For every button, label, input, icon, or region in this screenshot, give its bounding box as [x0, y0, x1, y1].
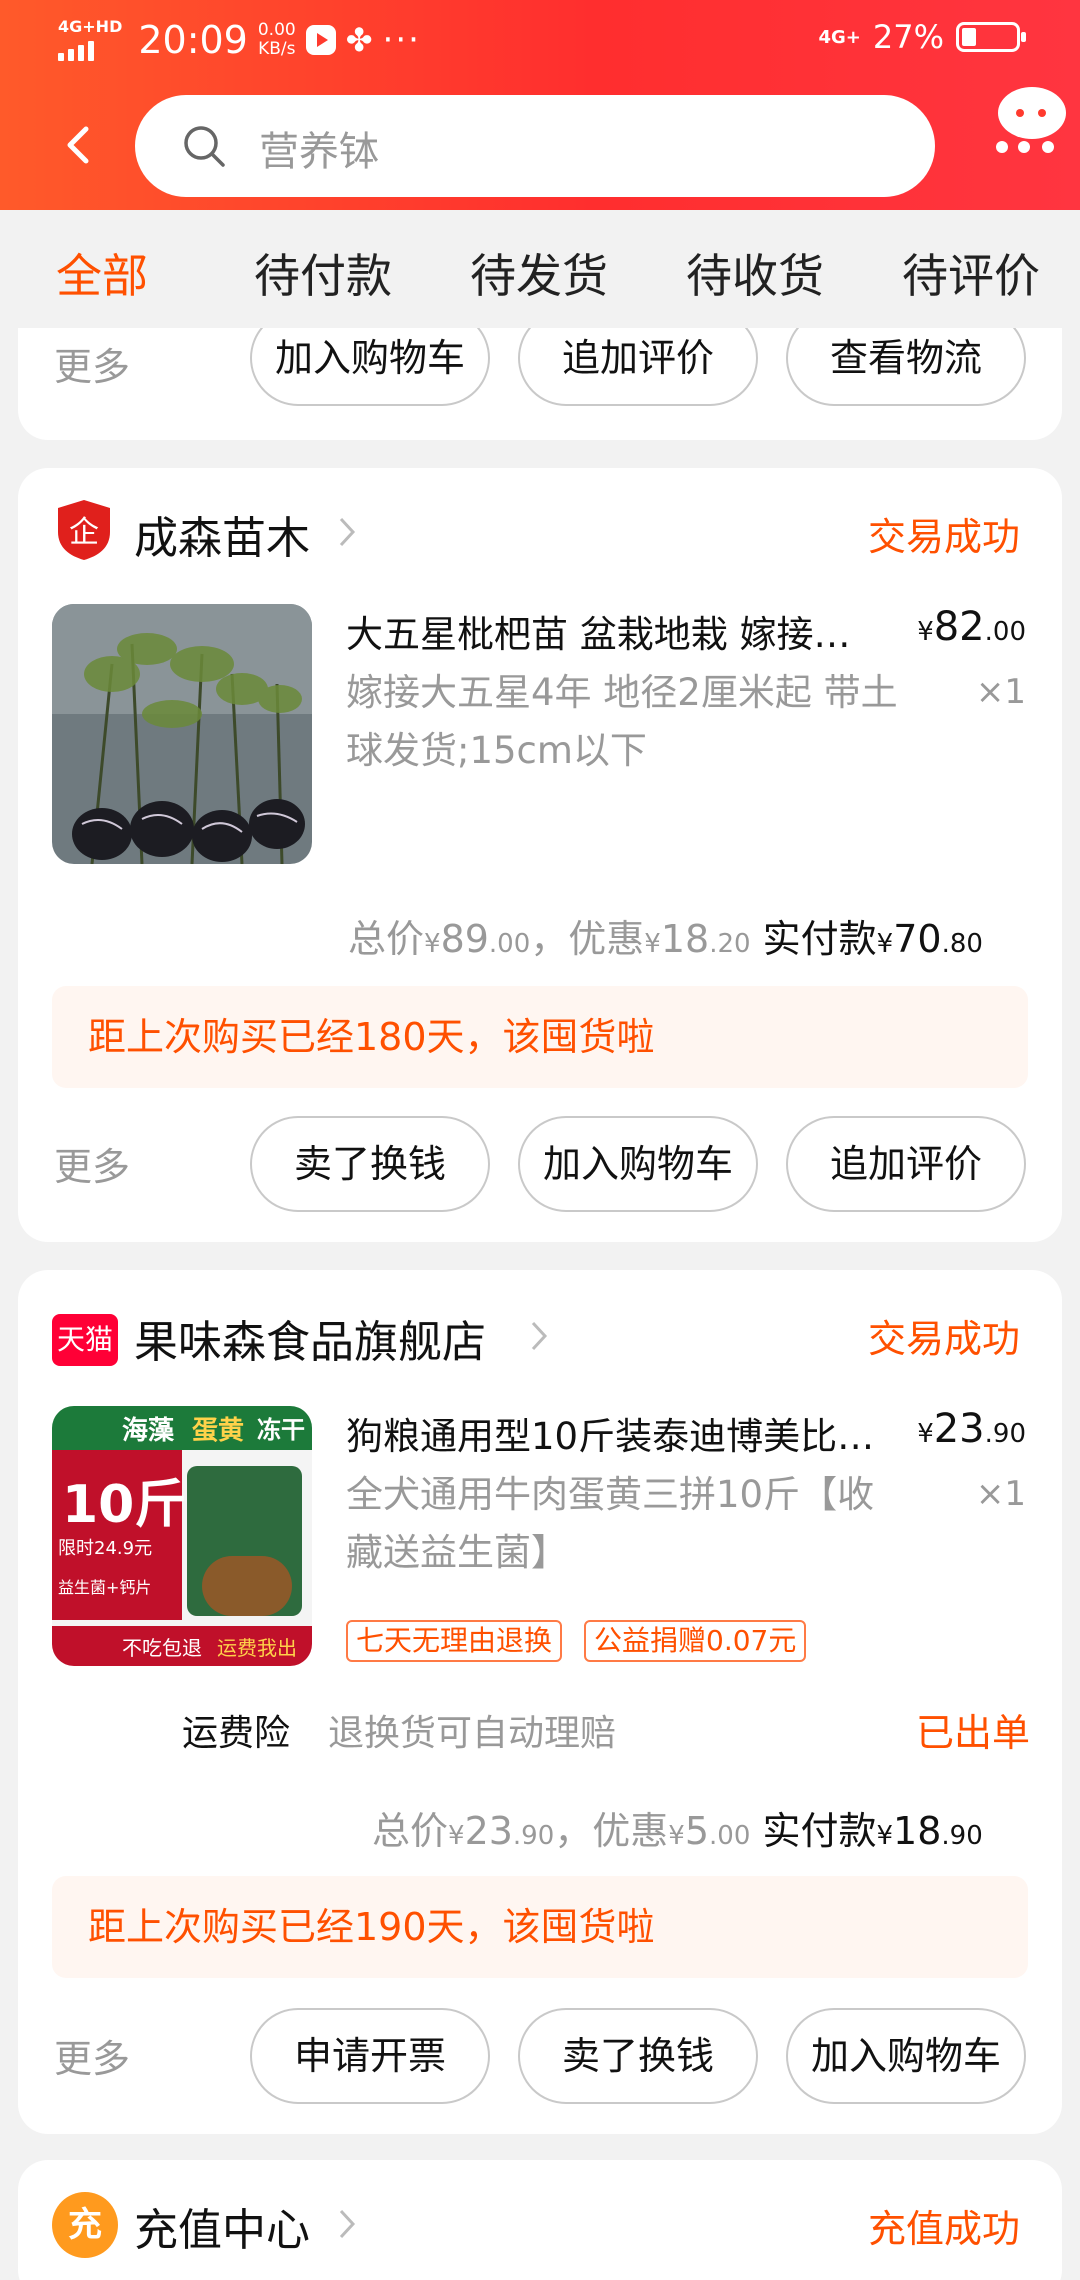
charity-tag: 公益捐赠0.07元 [584, 1620, 807, 1662]
add-review-button[interactable]: 追加评价 [518, 328, 758, 406]
product-title[interactable]: 狗粮通用型10斤装泰迪博美比… [346, 1406, 906, 1460]
product-price: ¥23.90 [917, 1406, 1026, 1452]
order-totals: 总价¥89.00，优惠¥18.20 实付款¥70.80 [348, 917, 983, 961]
status-time: 20:09 [138, 18, 248, 62]
add-to-cart-button[interactable]: 加入购物车 [786, 2008, 1026, 2104]
product-price: ¥82.00 [917, 604, 1026, 650]
sell-for-cash-button[interactable]: 卖了换钱 [250, 1116, 490, 1212]
add-to-cart-button[interactable]: 加入购物车 [250, 328, 490, 406]
shop-name[interactable]: 成森苗木 [134, 502, 310, 566]
recharge-center-icon: 充 [52, 2192, 118, 2258]
product-image[interactable] [52, 604, 312, 864]
search-icon [184, 126, 225, 167]
request-invoice-button[interactable]: 申请开票 [250, 2008, 490, 2104]
network-speed: 0.00 KB/s [257, 20, 296, 59]
product-quantity: ×1 [975, 1474, 1026, 1514]
shipping-insurance-label: 运费险 [182, 1713, 291, 1754]
product-title[interactable]: 大五星枇杷苗 盆栽地栽 嫁接… [346, 604, 906, 658]
product-quantity: ×1 [975, 672, 1026, 712]
search-input[interactable]: 营养钵 [135, 95, 935, 197]
more-link[interactable]: 更多 [54, 336, 130, 391]
back-arrow-icon[interactable] [52, 117, 108, 173]
shop-name[interactable]: 果味森食品旗舰店 [134, 1306, 486, 1370]
chevron-right-icon [339, 517, 356, 547]
more-link[interactable]: 更多 [54, 1136, 130, 1191]
shop-name[interactable]: 充值中心 [134, 2194, 310, 2258]
restock-notice[interactable]: 距上次购买已经190天，该囤货啦 [52, 1876, 1028, 1978]
app-header: 4G+HD 20:09 0.00 KB/s ✤ ··· 4G+ 27% 营养钵 [0, 0, 1080, 210]
sell-for-cash-button[interactable]: 卖了换钱 [518, 2008, 758, 2104]
tab-pending-shipment[interactable]: 待发货 [470, 240, 608, 306]
shipping-insurance-desc: 退换货可自动理赔 [328, 1713, 617, 1754]
order-card: 充 充值中心 充值成功 [18, 2160, 1062, 2280]
tab-pending-payment[interactable]: 待付款 [254, 240, 392, 306]
tab-pending-receipt[interactable]: 待收货 [686, 240, 824, 306]
tmall-logo-icon: 天猫 [52, 1314, 118, 1366]
add-to-cart-button[interactable]: 加入购物车 [518, 1116, 758, 1212]
battery-percent: 27% [872, 18, 944, 56]
add-review-button[interactable]: 追加评价 [786, 1116, 1026, 1212]
return-policy-tag: 七天无理由退换 [346, 1620, 563, 1662]
product-sku: 嫁接大五星4年 地径2厘米起 带土球发货;15cm以下 [346, 671, 898, 772]
order-status: 交易成功 [868, 515, 1021, 559]
chevron-right-icon [339, 2209, 356, 2239]
order-card: 企 成森苗木 交易成功 大五星枇杷苗 盆栽地栽 嫁接… 嫁接大五星4年 地径2厘… [18, 468, 1062, 1242]
network-type-right: 4G+ [818, 26, 861, 48]
search-placeholder: 营养钵 [259, 129, 379, 175]
shipping-insurance-status[interactable]: 已出单 [916, 1702, 1030, 1757]
pinwheel-app-icon: ✤ [345, 21, 373, 59]
order-status: 充值成功 [868, 2207, 1021, 2251]
order-card: 更多 加入购物车 追加评价 查看物流 [18, 328, 1062, 440]
assistant-robot-icon[interactable] [990, 85, 1070, 175]
more-link[interactable]: 更多 [54, 2028, 130, 2083]
restock-notice[interactable]: 距上次购买已经180天，该囤货啦 [52, 986, 1028, 1088]
enterprise-shop-icon: 企 [58, 500, 110, 560]
order-totals: 总价¥23.90，优惠¥5.00 实付款¥18.90 [372, 1809, 983, 1853]
search-bar-row: 营养钵 [0, 87, 1080, 197]
tab-all[interactable]: 全部 [56, 240, 148, 306]
tab-pending-review[interactable]: 待评价 [902, 240, 1040, 306]
signal-icon: 4G+HD [58, 19, 122, 61]
chevron-right-icon [531, 1321, 548, 1351]
video-app-icon [305, 25, 336, 55]
order-card: 天猫 果味森食品旗舰店 交易成功 海藻 蛋黄 冻干 10斤 限时24.9元 益生… [18, 1270, 1062, 2134]
product-sku: 全犬通用牛肉蛋黄三拼10斤【收藏送益生菌】 [346, 1473, 875, 1574]
order-status: 交易成功 [868, 1317, 1021, 1361]
product-image[interactable]: 海藻 蛋黄 冻干 10斤 限时24.9元 益生菌+钙片 不吃包退 运费我出 [52, 1406, 312, 1666]
view-logistics-button[interactable]: 查看物流 [786, 328, 1026, 406]
network-type-left: 4G+HD [58, 17, 123, 36]
more-notifications-icon: ··· [382, 20, 421, 60]
status-bar: 4G+HD 20:09 0.00 KB/s ✤ ··· 4G+ 27% [0, 0, 1080, 80]
svg-text:企: 企 [69, 515, 99, 550]
order-tabs: 全部 待付款 待发货 待收货 待评价 [0, 210, 1080, 328]
battery-icon [956, 22, 1026, 52]
